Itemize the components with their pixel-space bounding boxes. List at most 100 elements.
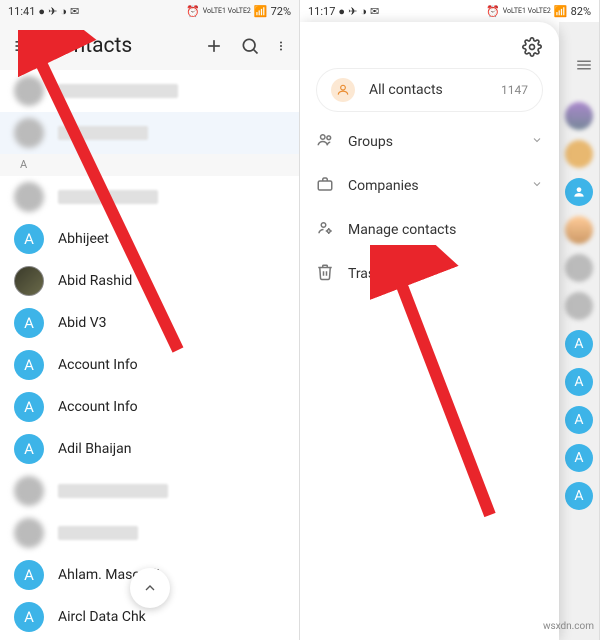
add-contact-icon[interactable] (203, 35, 225, 57)
status-time: 11:17 (308, 5, 335, 18)
signal-icon: 📶 (554, 5, 568, 18)
alarm-icon: ⏰ (186, 5, 200, 18)
whatsapp-icon: ● (38, 5, 45, 18)
avatar (565, 102, 593, 130)
status-bar: 11:41 ● ✈ ◑ ✉ ⏰ VoLTE1 VoLTE2 📶 72% (0, 0, 299, 22)
hamburger-menu-icon[interactable] (12, 35, 34, 57)
telegram-icon: ✈ (348, 5, 357, 18)
avatar (14, 266, 44, 296)
contact-name-redacted (58, 190, 158, 204)
chevron-down-icon (531, 134, 543, 150)
contact-name: Abid Rashid (58, 273, 132, 289)
status-bar: 11:17 ● ✈ ◑ ✉ ⏰ VoLTE1 VoLTE2 📶 82% (300, 0, 599, 22)
manage-contacts-row[interactable]: Manage contacts (316, 208, 543, 252)
drawer-item-label: Groups (348, 134, 517, 150)
avatar: A (14, 350, 44, 380)
avatar (565, 254, 593, 282)
mail-icon: ✉ (70, 5, 79, 18)
list-item[interactable] (0, 512, 299, 554)
list-item[interactable]: A Abhijeet (0, 218, 299, 260)
manage-contacts-icon (316, 219, 334, 241)
contact-name-redacted (58, 126, 148, 140)
watermark: wsxdn.com (543, 621, 594, 632)
whatsapp-icon: ● (338, 5, 345, 18)
avatar: A (565, 444, 593, 472)
avatar: A (565, 406, 593, 434)
avatar (14, 518, 44, 548)
contact-name: Abhijeet (58, 231, 109, 247)
avatar (14, 476, 44, 506)
signal-icon: 📶 (254, 5, 268, 18)
avatar: A (14, 308, 44, 338)
avatar (14, 118, 44, 148)
lte-label: VoLTE1 VoLTE2 (503, 7, 551, 15)
avatar: A (14, 602, 44, 632)
contact-name-redacted (58, 526, 138, 540)
drawer-item-label: All contacts (369, 82, 487, 98)
avatar: A (14, 224, 44, 254)
contact-name: Account Info (58, 357, 138, 373)
phone-right: 11:17 ● ✈ ◑ ✉ ⏰ VoLTE1 VoLTE2 📶 82% C A … (300, 0, 600, 640)
list-item[interactable] (0, 470, 299, 512)
lte-label: VoLTE1 VoLTE2 (203, 7, 251, 15)
avatar (565, 140, 593, 168)
phone-left: 11:41 ● ✈ ◑ ✉ ⏰ VoLTE1 VoLTE2 📶 72% Cont… (0, 0, 300, 640)
avatar: A (565, 330, 593, 358)
trash-icon (316, 263, 334, 285)
avatar (565, 178, 593, 206)
avatar (565, 292, 593, 320)
avatar: A (14, 560, 44, 590)
list-item[interactable]: Abid Rashid (0, 260, 299, 302)
contact-name-redacted (58, 84, 178, 98)
navigation-drawer: All contacts 1147 Groups Companies Manag… (300, 22, 559, 640)
section-header: A (0, 154, 299, 176)
messenger-icon: ◑ (360, 5, 367, 18)
more-icon[interactable] (275, 35, 287, 57)
trash-row[interactable]: Trash (316, 252, 543, 296)
groups-icon (316, 131, 334, 153)
page-title: Contacts (48, 34, 189, 58)
backdrop-contacts: C A A A A A (559, 22, 599, 640)
battery-label: 72% (271, 5, 291, 18)
drawer-item-label: Manage contacts (348, 222, 543, 238)
list-item[interactable]: A Adil Bhaijan (0, 428, 299, 470)
messenger-icon: ◑ (60, 5, 67, 18)
list-item[interactable]: A Account Info (0, 344, 299, 386)
avatar: A (565, 368, 593, 396)
drawer-item-label: Companies (348, 178, 517, 194)
hamburger-menu-icon[interactable] (575, 56, 593, 78)
search-icon[interactable] (239, 35, 261, 57)
briefcase-icon (316, 175, 334, 197)
drawer-item-label: Trash (348, 266, 543, 282)
avatar (565, 216, 593, 244)
mail-icon: ✉ (370, 5, 379, 18)
scroll-to-top-button[interactable] (130, 568, 170, 608)
list-item[interactable] (0, 176, 299, 218)
telegram-icon: ✈ (48, 5, 57, 18)
list-item[interactable]: A Abid V3 (0, 302, 299, 344)
contact-name: Abid V3 (58, 315, 107, 331)
list-item[interactable] (0, 70, 299, 112)
contact-count: 1147 (501, 83, 528, 97)
settings-icon[interactable] (521, 36, 543, 58)
alarm-icon: ⏰ (486, 5, 500, 18)
avatar (14, 76, 44, 106)
contact-name: Adil Bhaijan (58, 441, 131, 457)
status-time: 11:41 (8, 5, 35, 18)
contact-name-redacted (58, 484, 168, 498)
chevron-down-icon (531, 178, 543, 194)
avatar (14, 182, 44, 212)
list-item[interactable] (0, 112, 299, 154)
contact-name: Aircl Data Chk (58, 609, 146, 625)
avatar: A (565, 482, 593, 510)
all-contacts-row[interactable]: All contacts 1147 (316, 68, 543, 112)
person-icon (331, 78, 355, 102)
contact-name: Account Info (58, 399, 138, 415)
avatar: A (14, 392, 44, 422)
list-item[interactable]: A Account Info (0, 386, 299, 428)
battery-label: 82% (571, 5, 591, 18)
contact-list[interactable]: A A Abhijeet Abid Rashid A Abid V3 A Acc… (0, 70, 299, 640)
groups-row[interactable]: Groups (316, 120, 543, 164)
companies-row[interactable]: Companies (316, 164, 543, 208)
app-header: Contacts (0, 22, 299, 70)
